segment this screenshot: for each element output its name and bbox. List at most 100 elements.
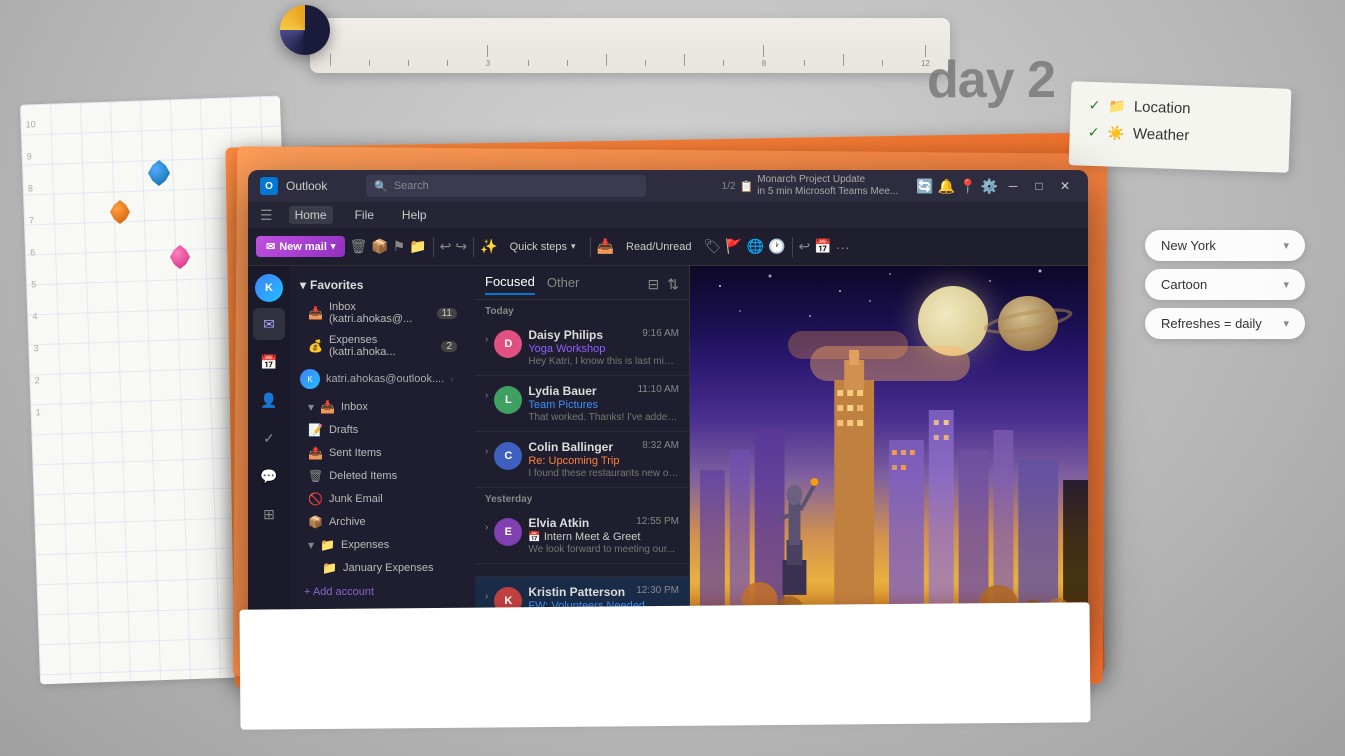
nav-apps-icon[interactable]: ⊞	[253, 498, 285, 530]
folder-expenses-account[interactable]: ▾ 📁 Expenses	[294, 534, 471, 556]
email-item[interactable]: › L Lydia Bauer 11:10 AM Team Pictures T…	[475, 376, 689, 432]
inbox-count: 11	[437, 308, 457, 319]
read-unread-button[interactable]: Read/Unread	[618, 237, 699, 257]
email-avatar: D	[494, 330, 522, 358]
filter-icon[interactable]: ⊟	[648, 276, 660, 293]
translate-icon[interactable]: 🌐	[747, 238, 764, 255]
folder-sent[interactable]: 📤 Sent Items	[294, 442, 471, 464]
new-mail-label: New mail	[279, 241, 327, 253]
account-avatar: K	[300, 369, 320, 389]
sort-icon[interactable]: ⇅	[667, 276, 679, 293]
folder-archive[interactable]: 📦 Archive	[294, 511, 471, 533]
grid-num: 5	[31, 279, 41, 289]
undo-icon[interactable]: ↩	[440, 238, 452, 255]
settings-panel: New York ▾ Cartoon ▾ Refreshes = daily ▾	[1145, 230, 1305, 339]
toolbar-separator-4	[792, 237, 793, 257]
ai-icon[interactable]: ✨	[480, 238, 497, 255]
settings-icon[interactable]: ⚙️	[981, 178, 998, 195]
globe-orb	[280, 5, 330, 55]
favorites-header: ▾ Favorites	[290, 274, 475, 296]
settings-card-style[interactable]: Cartoon ▾	[1145, 269, 1305, 300]
checklist-weather-item: ✓ ☀️ Weather	[1087, 124, 1271, 147]
email-preview: That worked. Thanks! I've added 56 of ..…	[528, 412, 679, 423]
ruler-mark	[843, 54, 844, 68]
folder-jan-expenses[interactable]: 📁 January Expenses	[294, 557, 471, 579]
grid-num: 8	[28, 183, 38, 193]
notification-strip: 1/2 📋 Monarch Project Update in 5 min Mi…	[716, 174, 905, 198]
undo2-icon[interactable]: ↩	[799, 238, 811, 255]
rules-icon[interactable]: ⚑	[393, 238, 406, 255]
toolbar-icon-3: 📍	[959, 178, 976, 195]
email-time: 9:16 AM	[642, 328, 679, 339]
quick-steps-button[interactable]: Quick steps ▾	[502, 237, 584, 257]
email-item[interactable]: › E Elvia Atkin 12:55 PM 📅 Intern Meet &…	[475, 508, 689, 564]
tab-other[interactable]: Other	[547, 275, 580, 294]
folder-drafts[interactable]: 📝 Drafts	[294, 419, 471, 441]
menu-file[interactable]: File	[349, 206, 380, 224]
redo-icon[interactable]: ↪	[455, 238, 467, 255]
time-icon[interactable]: 🕐	[768, 238, 785, 255]
more-icon[interactable]: ···	[836, 239, 850, 255]
email-subject: Team Pictures	[528, 399, 679, 411]
calendar-icon[interactable]: 📅	[814, 238, 831, 255]
close-button[interactable]: ✕	[1054, 175, 1076, 197]
toolbar: ✉ New mail ▾ 🗑 📦 ⚑ 📁 ↩ ↪ ✨ Quick steps ▾…	[248, 228, 1088, 266]
folder-inbox-favorites[interactable]: 📥 Inbox (katri.ahokas@... 11	[294, 297, 471, 329]
flag-icon[interactable]: 🚩	[725, 238, 742, 255]
expand-icon: ›	[485, 585, 488, 602]
menu-help[interactable]: Help	[396, 206, 433, 224]
nav-tasks-icon[interactable]: ✓	[253, 422, 285, 454]
folder-junk[interactable]: 🚫 Junk Email	[294, 488, 471, 510]
settings-card-refresh[interactable]: Refreshes = daily ▾	[1145, 308, 1305, 339]
chevron-down-icon-2: ▾	[1283, 278, 1289, 291]
toolbar-separator-2	[473, 237, 474, 257]
add-account-button[interactable]: + Add account	[290, 580, 475, 604]
search-placeholder: Search	[394, 180, 429, 192]
inbox-icon[interactable]: 📥	[597, 238, 614, 255]
checklist-location-item: ✓ 📁 Location	[1088, 97, 1272, 120]
settings-card-city[interactable]: New York ▾	[1145, 230, 1305, 261]
nav-calendar-icon[interactable]: 📅	[253, 346, 285, 378]
tag-icon[interactable]: 🏷	[703, 238, 721, 255]
maximize-button[interactable]: □	[1028, 175, 1050, 197]
meeting-invite-strip: 📅 Wed 8/30/2024 11:30... RSVP	[475, 564, 689, 577]
email-item[interactable]: › D Daisy Philips 9:16 AM Yoga Workshop …	[475, 320, 689, 376]
menu-home[interactable]: Home	[289, 206, 333, 224]
expenses-folder-icon: 💰	[308, 339, 323, 353]
style-label: Cartoon	[1161, 277, 1207, 292]
folder-deleted[interactable]: 🗑 Deleted Items	[294, 465, 471, 487]
inbox-folder-icon: 📥	[308, 306, 323, 320]
chevron-down-icon-3: ▾	[1283, 317, 1289, 330]
move-icon[interactable]: 📁	[409, 238, 426, 255]
outlook-logo: O	[260, 177, 278, 195]
email-time: 12:30 PM	[636, 585, 679, 596]
ruler-mark: 8	[762, 45, 766, 68]
sent-label: Sent Items	[329, 447, 382, 459]
sent-icon: 📤	[308, 446, 323, 460]
folder-icon-expenses: 📁	[320, 538, 335, 552]
ruler: 3 8 12	[310, 18, 950, 73]
search-box[interactable]: 🔍 Search	[366, 175, 646, 197]
quick-steps-arrow: ▾	[571, 241, 576, 252]
ruler-mark	[567, 60, 568, 68]
email-item[interactable]: › C Colin Ballinger 8:32 AM Re: Upcoming…	[475, 432, 689, 488]
nav-mail-icon[interactable]: ✉	[253, 308, 285, 340]
nav-chat-icon[interactable]: 💬	[253, 460, 285, 492]
tab-focused[interactable]: Focused	[485, 274, 535, 295]
ruler-mark	[645, 60, 646, 68]
minimize-button[interactable]: ─	[1002, 175, 1024, 197]
nav-contacts-icon[interactable]: 👤	[253, 384, 285, 416]
expand-icon: ›	[485, 440, 488, 457]
title-bar: O Outlook 🔍 Search 1/2 📋 Monarch Project…	[248, 170, 1088, 202]
delete-icon[interactable]: 🗑	[349, 238, 367, 255]
user-avatar[interactable]: K	[255, 274, 283, 302]
reading-pane	[690, 266, 1088, 650]
nav-sidebar: K ✉ 📅 👤 ✓ 💬 ⊞ ⚙	[248, 266, 290, 650]
archive-icon[interactable]: 📦	[371, 238, 388, 255]
email-content: Lydia Bauer 11:10 AM Team Pictures That …	[528, 384, 679, 423]
ruler-mark	[369, 60, 370, 68]
folder-account-inbox[interactable]: ▾ 📥 Inbox	[294, 396, 471, 418]
folder-expenses-favorites[interactable]: 💰 Expenses (katri.ahoka... 2	[294, 330, 471, 362]
hamburger-icon[interactable]: ☰	[260, 207, 273, 224]
new-mail-button[interactable]: ✉ New mail ▾	[256, 236, 345, 257]
